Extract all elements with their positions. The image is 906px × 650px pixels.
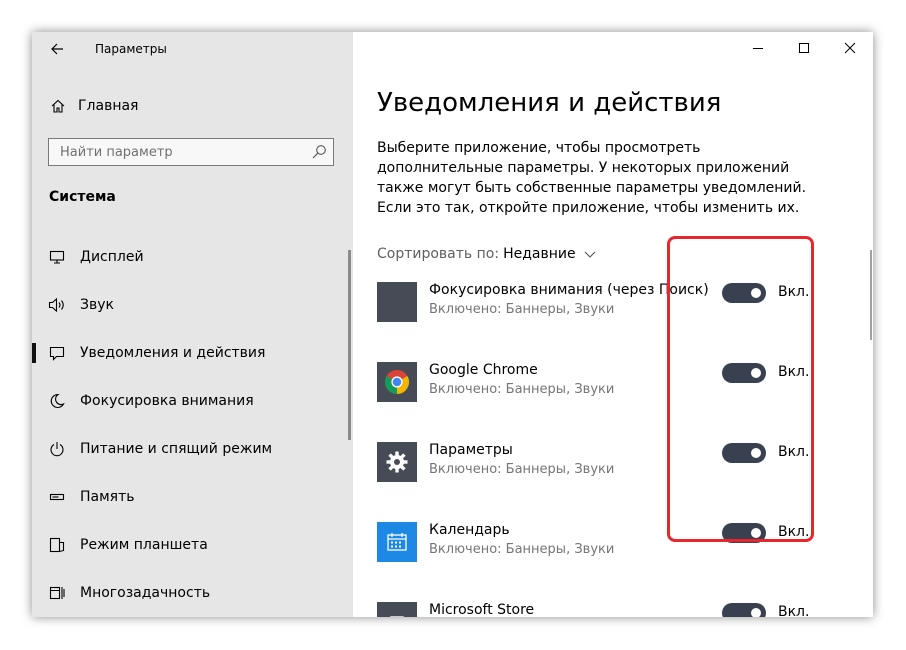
app-row-microsoft-store[interactable]: Microsoft Store Вкл.: [377, 602, 847, 617]
tablet-icon: [46, 534, 68, 556]
sidebar-item-label: Многозадачность: [80, 585, 211, 601]
app-name: Календарь: [429, 522, 510, 538]
app-status: Включено: Баннеры, Звуки: [429, 462, 615, 477]
sort-label: Сортировать по:: [377, 246, 500, 262]
toggle-knob: [751, 608, 761, 617]
settings-gear-icon: [377, 442, 417, 482]
search-input[interactable]: [49, 139, 312, 165]
sort-value[interactable]: Недавние: [503, 246, 576, 262]
sidebar-item-multitasking[interactable]: Многозадачность: [32, 573, 353, 613]
app-status: Включено: Баннеры, Звуки: [429, 382, 615, 397]
minimize-icon: [753, 48, 763, 49]
moon-icon: [46, 390, 68, 412]
sidebar-item-label: Режим планшета: [80, 537, 208, 553]
sidebar-item-label: Дисплей: [80, 249, 144, 265]
maximize-button[interactable]: [781, 32, 827, 64]
multitask-icon: [46, 582, 68, 604]
sidebar-item-label: Фокусировка внимания: [80, 393, 254, 409]
home-label: Главная: [78, 98, 139, 114]
sidebar-item-label: Уведомления и действия: [80, 345, 266, 361]
back-arrow-icon: [51, 43, 63, 55]
home-icon: [48, 96, 68, 116]
app-status: Включено: Баннеры, Звуки: [429, 302, 615, 317]
search-box[interactable]: [48, 138, 334, 166]
storage-icon: [46, 486, 68, 508]
notification-toggle[interactable]: [722, 603, 766, 617]
search-icon[interactable]: [311, 144, 327, 160]
sidebar-item-sound[interactable]: Звук: [32, 285, 353, 325]
window-title: Параметры: [95, 42, 167, 56]
sidebar-item-label: Звук: [80, 297, 114, 313]
highlight-annotation: [667, 236, 814, 542]
focus-assist-app-icon: [377, 282, 417, 322]
window-controls: [735, 32, 873, 64]
calendar-icon: [377, 522, 417, 562]
monitor-icon: [46, 246, 68, 268]
close-button[interactable]: [827, 32, 873, 64]
app-name: Microsoft Store: [429, 602, 535, 617]
chevron-down-icon[interactable]: [584, 248, 596, 260]
sidebar-item-storage[interactable]: Память: [32, 477, 353, 517]
page-description: Выберите приложение, чтобы просмотреть д…: [377, 140, 807, 216]
maximize-icon: [799, 43, 809, 53]
sidebar-scrollbar[interactable]: [348, 250, 351, 440]
sidebar-item-tablet-mode[interactable]: Режим планшета: [32, 525, 353, 565]
app-name: Google Chrome: [429, 362, 538, 378]
close-icon: [844, 42, 856, 54]
content-scrollbar[interactable]: [870, 250, 872, 340]
sidebar-item-focus-assist[interactable]: Фокусировка внимания: [32, 381, 353, 421]
toggle-state-label: Вкл.: [778, 604, 810, 617]
sidebar-item-home[interactable]: Главная: [48, 96, 138, 116]
sort-dropdown[interactable]: Сортировать по: Недавние: [377, 246, 596, 262]
back-button[interactable]: [46, 38, 68, 60]
app-status: Включено: Баннеры, Звуки: [429, 542, 615, 557]
notification-icon: [46, 342, 68, 364]
sidebar-item-label: Питание и спящий режим: [80, 441, 273, 457]
power-icon: [46, 438, 68, 460]
sidebar-item-power[interactable]: Питание и спящий режим: [32, 429, 353, 469]
speaker-icon: [46, 294, 68, 316]
store-icon: [377, 602, 417, 617]
sidebar-item-display[interactable]: Дисплей: [32, 237, 353, 277]
sidebar-item-label: Память: [80, 489, 135, 505]
sidebar: Параметры Главная Система Дисплей: [32, 32, 353, 617]
chrome-icon: [377, 362, 417, 402]
sidebar-item-notifications[interactable]: Уведомления и действия: [32, 333, 353, 373]
section-title: Система: [49, 189, 116, 205]
minimize-button[interactable]: [735, 32, 781, 64]
page-title: Уведомления и действия: [377, 88, 722, 118]
app-name: Параметры: [429, 442, 513, 458]
